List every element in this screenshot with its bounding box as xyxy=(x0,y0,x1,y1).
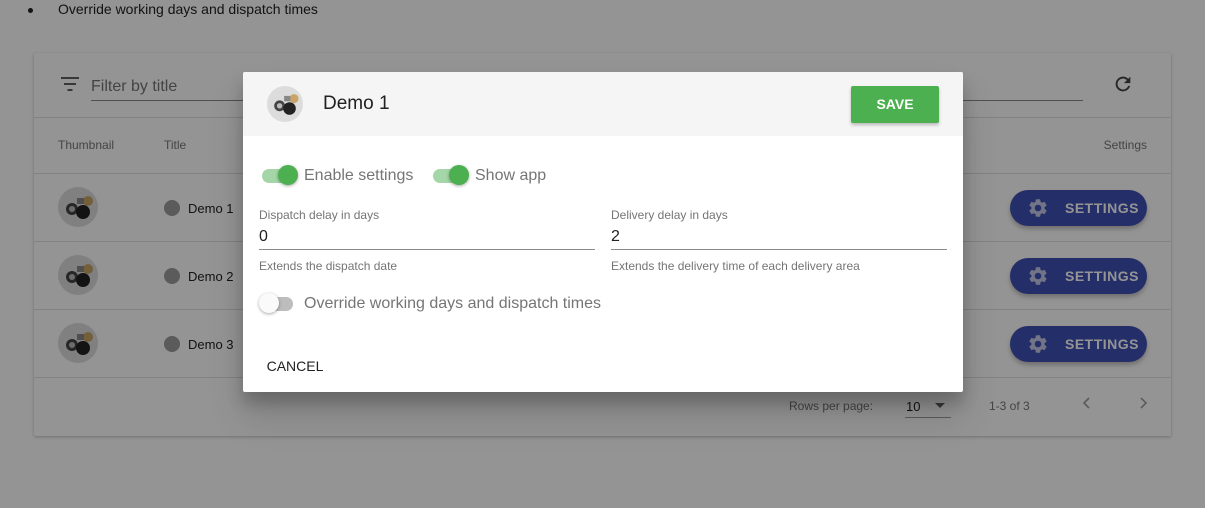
dialog-header: Demo 1 SAVE xyxy=(243,72,963,136)
delivery-delay-label: Delivery delay in days xyxy=(611,208,728,222)
app-avatar xyxy=(267,86,303,122)
dispatch-delay-label: Dispatch delay in days xyxy=(259,208,380,222)
save-button[interactable]: SAVE xyxy=(851,86,939,123)
cancel-button[interactable]: CANCEL xyxy=(257,352,333,380)
override-working-days-label: Override working days and dispatch times xyxy=(304,295,602,312)
show-app-switch[interactable] xyxy=(432,165,469,185)
override-working-days-switch[interactable] xyxy=(259,293,295,313)
enable-settings-switch[interactable] xyxy=(261,165,298,185)
switch-thumb xyxy=(449,165,469,185)
switch-thumb xyxy=(278,165,298,185)
show-app-label: Show app xyxy=(475,167,547,184)
enable-settings-label: Enable settings xyxy=(304,167,414,184)
delivery-delay-input[interactable] xyxy=(611,224,947,250)
dialog-title: Demo 1 xyxy=(323,93,390,114)
delivery-delay-help: Extends the delivery time of each delive… xyxy=(611,259,860,273)
switch-thumb xyxy=(259,293,279,313)
dispatch-delay-help: Extends the dispatch date xyxy=(259,259,398,273)
app-settings-dialog: Demo 1 SAVE Enable settings Show app Dis… xyxy=(243,72,963,392)
dispatch-delay-input[interactable] xyxy=(259,224,595,250)
